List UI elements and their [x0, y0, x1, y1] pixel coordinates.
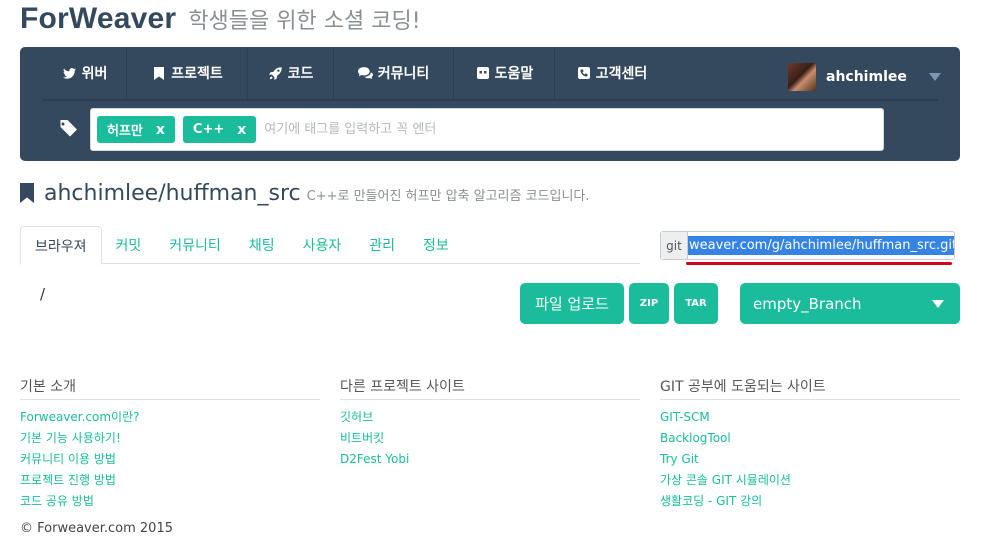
user-menu[interactable]: ahchimlee	[788, 62, 941, 92]
tab-browser[interactable]: 브라우져	[20, 226, 102, 265]
repo-tabs: 브라우져 커밋 커뮤니티 채팅 사용자 관리 정보	[20, 226, 640, 265]
gamepad-icon	[475, 66, 491, 80]
bookmark-icon	[151, 66, 167, 80]
footer-column-intro: 기본 소개 Forweaver.com이란? 기본 기능 사용하기! 커뮤니티 …	[20, 374, 320, 514]
footer-link[interactable]: 가상 콘솔 GIT 시뮬레이션	[660, 472, 960, 493]
main-navbar: 위버 프로젝트 코드 커뮤니티 도움말 고객센터 ahchimlee 허프만 x…	[20, 47, 960, 161]
nav-item-label: 커뮤니티	[377, 66, 430, 82]
tag-chip-label: C++	[192, 122, 225, 137]
footer-column-title: 다른 프로젝트 사이트	[340, 374, 640, 400]
comments-icon	[358, 66, 374, 80]
username: ahchimlee	[826, 69, 907, 85]
tag-input-box[interactable]: 허프만 x C++ x	[90, 108, 884, 151]
nav-item-support[interactable]: 고객센터	[555, 47, 668, 99]
footer-link[interactable]: BacklogTool	[660, 430, 960, 451]
nav-item-help[interactable]: 도움말	[454, 47, 555, 99]
tag-chip-label: 허프만	[107, 124, 143, 139]
footer-link[interactable]: D2Fest Yobi	[340, 451, 640, 472]
avatar	[788, 63, 816, 91]
twitter-icon	[62, 66, 78, 80]
git-label: git	[661, 232, 688, 259]
footer-link[interactable]: GIT-SCM	[660, 409, 960, 430]
bookmark-icon	[20, 183, 34, 203]
tab-commits[interactable]: 커밋	[102, 226, 156, 264]
repo-name: ahchimlee/huffman_src	[44, 181, 301, 206]
footer-column-title: 기본 소개	[20, 374, 320, 400]
highlight-underline	[686, 262, 952, 265]
tag-remove-button[interactable]: x	[156, 122, 165, 138]
caret-down-icon	[932, 299, 944, 308]
tab-admin[interactable]: 관리	[355, 226, 409, 264]
footer-link[interactable]: Try Git	[660, 451, 960, 472]
tab-chat[interactable]: 채팅	[235, 226, 289, 264]
site-logo[interactable]: ForWeaver	[20, 2, 176, 36]
git-url-box: git weaver.com/g/ahchimlee/huffman_src.g…	[660, 231, 955, 260]
tag-chip: C++ x	[182, 116, 257, 143]
nav-item-label: 위버	[81, 66, 108, 82]
upload-button[interactable]: 파일 업로드	[520, 283, 624, 324]
footer-link[interactable]: 생활코딩 - GIT 강의	[660, 493, 960, 514]
tar-download-button[interactable]: TAR	[674, 283, 718, 324]
nav-item-label: 고객센터	[595, 66, 648, 82]
nav-item-projects[interactable]: 프로젝트	[127, 47, 248, 99]
git-url-text: weaver.com/g/ahchimlee/huffman_src.git	[688, 236, 954, 255]
tag-remove-button[interactable]: x	[237, 122, 246, 138]
site-tagline: 학생들을 위한 소셜 코딩!	[188, 9, 421, 34]
nav-item-weaver[interactable]: 위버	[43, 47, 127, 99]
tag-chip: 허프만 x	[97, 116, 175, 143]
footer-link[interactable]: 프로젝트 진행 방법	[20, 472, 320, 493]
nav-item-community[interactable]: 커뮤니티	[334, 47, 454, 99]
nav-menu: 위버 프로젝트 코드 커뮤니티 도움말 고객센터	[43, 47, 668, 99]
tag-input[interactable]	[264, 116, 883, 143]
repo-description: C++로 만들어진 허프만 압축 알고리즘 코드입니다.	[306, 189, 590, 204]
footer-link[interactable]: 코드 공유 방법	[20, 493, 320, 514]
footer-link[interactable]: Forweaver.com이란?	[20, 409, 320, 430]
tab-community[interactable]: 커뮤니티	[155, 226, 235, 264]
footer-link[interactable]: 깃허브	[340, 409, 640, 430]
chevron-down-icon[interactable]	[928, 73, 941, 81]
footer-column-title: GIT 공부에 도움되는 사이트	[660, 374, 960, 400]
nav-item-label: 도움말	[494, 66, 534, 82]
site-header: ForWeaver 학생들을 위한 소셜 코딩!	[20, 2, 421, 40]
footer-link[interactable]: 커뮤니티 이용 방법	[20, 451, 320, 472]
footer-column-other-sites: 다른 프로젝트 사이트 깃허브 비트버킷 D2Fest Yobi	[340, 374, 640, 472]
rocket-icon	[268, 66, 284, 80]
repo-header: ahchimlee/huffman_src C++로 만들어진 허프만 압축 알…	[20, 180, 590, 206]
zip-download-button[interactable]: ZIP	[629, 283, 669, 324]
footer-link[interactable]: 기본 기능 사용하기!	[20, 430, 320, 451]
nav-divider	[43, 99, 938, 101]
nav-item-label: 코드	[287, 66, 314, 82]
footer-column-git-resources: GIT 공부에 도움되는 사이트 GIT-SCM BacklogTool Try…	[660, 374, 960, 514]
nav-item-code[interactable]: 코드	[248, 47, 334, 99]
git-url-field[interactable]: weaver.com/g/ahchimlee/huffman_src.git	[688, 232, 954, 259]
tab-users[interactable]: 사용자	[289, 226, 356, 264]
breadcrumb[interactable]: /	[40, 285, 45, 303]
branch-select-value: empty_Branch	[753, 294, 862, 313]
nav-item-label: 프로젝트	[171, 66, 223, 82]
footer-link[interactable]: 비트버킷	[340, 430, 640, 451]
tab-info[interactable]: 정보	[409, 226, 463, 264]
branch-select[interactable]: empty_Branch	[740, 283, 960, 324]
phone-icon	[576, 66, 592, 80]
tag-icon	[59, 120, 79, 138]
copyright: © Forweaver.com 2015	[20, 521, 173, 536]
